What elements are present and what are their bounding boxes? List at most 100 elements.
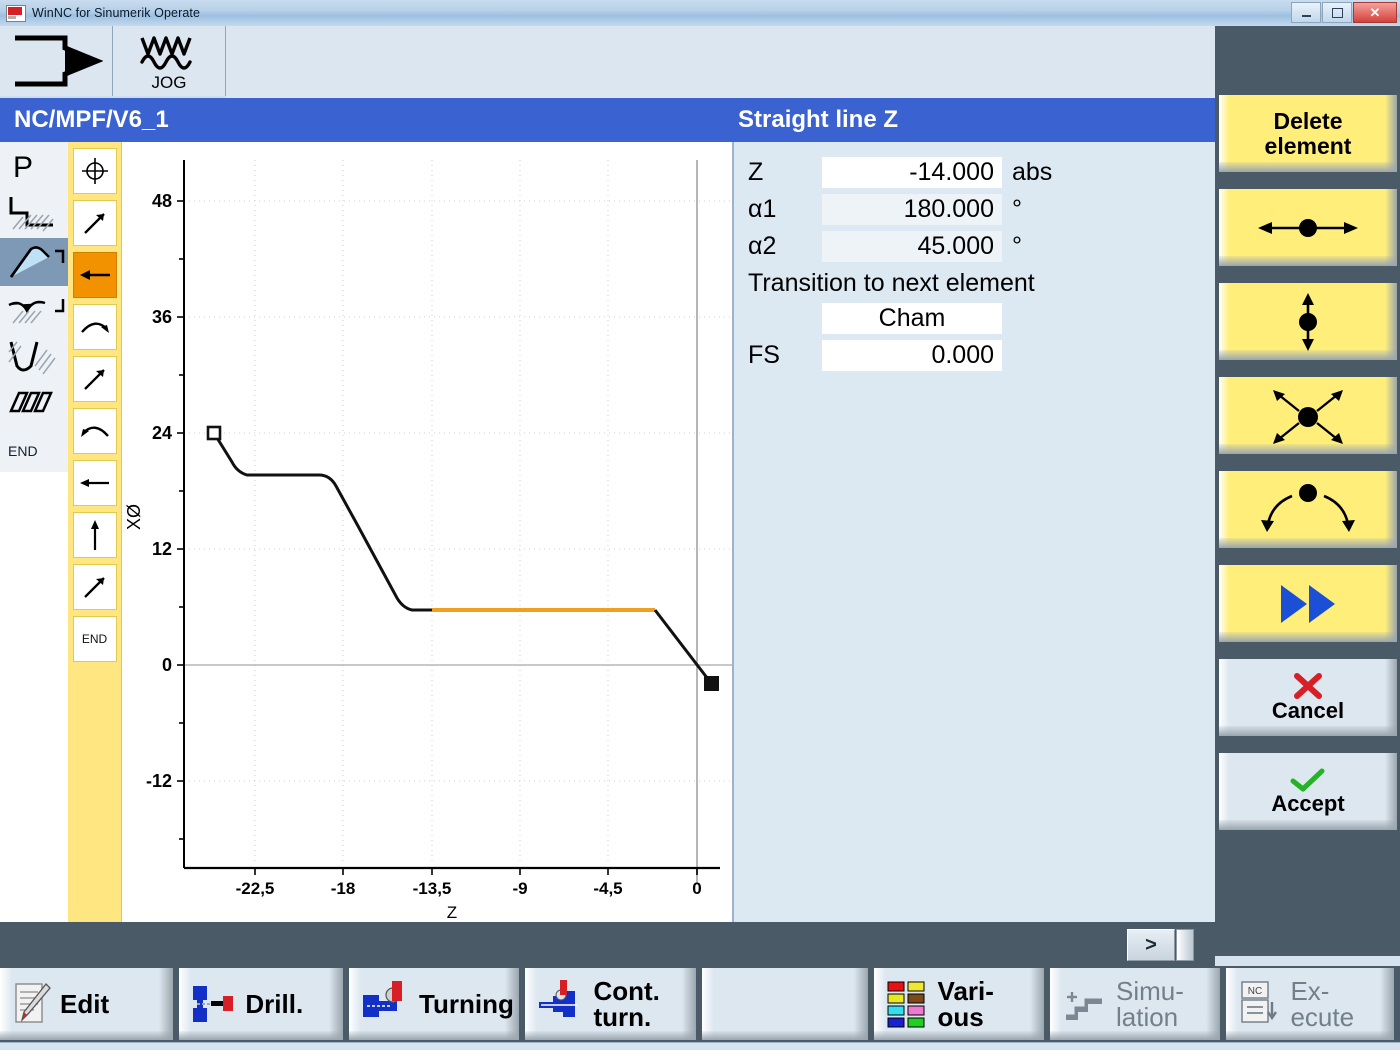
element-end-label: END bbox=[81, 632, 108, 646]
winnc-app-icon bbox=[6, 4, 26, 22]
close-icon[interactable]: ✕ bbox=[1353, 2, 1397, 23]
xtick-3: -13,5 bbox=[413, 879, 452, 898]
param-row-alpha2: α2 45.000 ° bbox=[744, 228, 1215, 265]
machine-area-icon bbox=[9, 32, 103, 90]
arrow-left-icon bbox=[79, 479, 109, 487]
contour-type-pocket[interactable]: P bbox=[0, 142, 68, 190]
ytick-m12: -12 bbox=[146, 771, 172, 791]
edit-label: Edit bbox=[60, 989, 110, 1019]
y-axis-label: XØ bbox=[124, 504, 144, 530]
element-line-x[interactable] bbox=[72, 512, 117, 558]
param-row-alpha1: α1 180.000 ° bbox=[744, 191, 1215, 228]
arrow-left-bold-icon bbox=[79, 270, 110, 280]
window-controls: ✕ bbox=[1291, 2, 1397, 23]
contour-type-step[interactable] bbox=[0, 190, 68, 238]
element-end[interactable]: END bbox=[72, 616, 117, 662]
simulation-icon bbox=[1062, 982, 1108, 1026]
param-field-alpha2[interactable]: 45.000 bbox=[822, 231, 1002, 262]
simulation-label: Simu-lation bbox=[1115, 976, 1184, 1032]
work-area-footer: > bbox=[0, 922, 1215, 966]
param-label-fs: FS bbox=[748, 341, 780, 369]
element-arc-cw[interactable] bbox=[72, 304, 117, 350]
machine-area-button[interactable] bbox=[0, 26, 113, 96]
ytick-36: 36 bbox=[152, 307, 172, 327]
application-window: WinNC for Sinumerik Operate ✕ JOG NC/MPF… bbox=[0, 0, 1400, 1050]
execute-softkey[interactable]: NC Ex-ecute bbox=[1226, 968, 1394, 1040]
program-path: NC/MPF/V6_1 bbox=[14, 106, 169, 133]
param-field-transition[interactable]: Cham bbox=[822, 303, 1002, 334]
element-line-z-2[interactable] bbox=[72, 460, 117, 506]
accept-softkey[interactable]: Accept bbox=[1219, 753, 1397, 830]
cancel-softkey[interactable]: Cancel bbox=[1219, 659, 1397, 736]
accept-label: Accept bbox=[1271, 790, 1345, 816]
xtick-6: 0 bbox=[692, 879, 701, 898]
edit-softkey[interactable]: Edit bbox=[0, 968, 174, 1040]
window-titlebar: WinNC for Sinumerik Operate ✕ bbox=[0, 0, 1400, 27]
various-softkey[interactable]: Vari-ous bbox=[873, 968, 1045, 1040]
simulation-softkey[interactable]: Simu-lation bbox=[1049, 968, 1221, 1040]
drill-label: Drill. bbox=[245, 989, 304, 1019]
empty-softkey[interactable] bbox=[701, 968, 868, 1040]
minimize-icon[interactable] bbox=[1291, 2, 1321, 23]
param-unit-alpha2: ° bbox=[1012, 232, 1022, 260]
crosshair-icon bbox=[81, 158, 108, 184]
dot-arrows-horizontal-icon bbox=[1258, 218, 1358, 237]
parameter-panel: Z -14.000 abs α1 180.000 ° α2 45.000 ° T… bbox=[734, 142, 1215, 922]
arrow-up-icon bbox=[90, 520, 99, 550]
delete-element-softkey[interactable]: Delete element bbox=[1219, 95, 1397, 172]
arc-right-icon bbox=[80, 322, 109, 333]
undercut-contour-icon bbox=[8, 299, 65, 324]
contour-type-straight[interactable] bbox=[0, 238, 68, 286]
work-area: P END END 48 36 24 12 0 -12 XØ -22,5 -18… bbox=[0, 142, 1215, 922]
contour-type-groove[interactable] bbox=[0, 334, 68, 382]
arrow-ne-icon bbox=[83, 577, 105, 598]
turning-softkey[interactable]: Turning bbox=[349, 968, 520, 1040]
contour-start-marker bbox=[206, 425, 222, 441]
rotate-softkey[interactable] bbox=[1219, 471, 1397, 548]
thread-contour-icon bbox=[9, 391, 53, 413]
element-line-diagonal-2[interactable] bbox=[72, 356, 117, 402]
various-label: Vari-ous bbox=[937, 976, 994, 1032]
maximize-icon[interactable] bbox=[1322, 2, 1352, 23]
straight-contour-icon bbox=[9, 246, 65, 278]
arc-left-icon bbox=[80, 426, 109, 437]
element-line-diagonal-3[interactable] bbox=[72, 564, 117, 610]
pan-diagonal-softkey[interactable] bbox=[1219, 377, 1397, 454]
contour-type-end[interactable]: END bbox=[0, 430, 68, 472]
contour-type-thread[interactable] bbox=[0, 382, 68, 430]
header-bar: NC/MPF/V6_1 Straight line Z bbox=[0, 98, 1215, 143]
element-arc-ccw[interactable] bbox=[72, 408, 117, 454]
pan-vertical-softkey[interactable] bbox=[1219, 283, 1397, 360]
cont-turn-softkey[interactable]: Cont. turn. bbox=[525, 968, 697, 1040]
color-grid-icon bbox=[886, 978, 930, 1030]
pan-horizontal-softkey[interactable] bbox=[1219, 189, 1397, 266]
pencil-page-icon bbox=[12, 980, 52, 1028]
param-label-alpha2: α2 bbox=[748, 232, 777, 260]
next-softkey[interactable] bbox=[1219, 565, 1397, 642]
delete-element-label: Delete element bbox=[1264, 108, 1352, 159]
drill-softkey[interactable]: Drill. bbox=[179, 968, 344, 1040]
turning-icon bbox=[361, 979, 411, 1029]
mode-toolbar: JOG bbox=[0, 26, 1400, 100]
element-line-z-selected[interactable] bbox=[72, 252, 117, 298]
transition-section-label: Transition to next element bbox=[748, 269, 1035, 297]
arrow-ne-icon bbox=[83, 213, 105, 234]
param-field-alpha1[interactable]: 180.000 bbox=[822, 194, 1002, 225]
contour-chart-panel[interactable]: 48 36 24 12 0 -12 XØ -22,5 -18 -13,5 -9 … bbox=[122, 142, 734, 922]
horizontal-softkey-bar: Edit Drill. Turning Cont. turn. Vari- ou… bbox=[0, 966, 1400, 1050]
dot-arrows-diagonal-icon bbox=[1273, 389, 1343, 444]
xtick-5: -4,5 bbox=[593, 879, 622, 898]
element-start-point[interactable] bbox=[72, 148, 117, 194]
contour-type-column: P END bbox=[0, 142, 69, 922]
param-unit-alpha1: ° bbox=[1012, 195, 1022, 223]
page-forward-button[interactable]: > bbox=[1127, 929, 1175, 961]
jog-mode-button[interactable]: JOG bbox=[113, 26, 226, 96]
param-field-z[interactable]: -14.000 bbox=[822, 157, 1002, 188]
green-check-icon bbox=[1290, 768, 1325, 792]
contour-type-undercut[interactable] bbox=[0, 286, 68, 334]
jog-mode-icon: JOG bbox=[122, 32, 216, 90]
param-field-fs[interactable]: 0.000 bbox=[822, 340, 1002, 371]
param-row-z: Z -14.000 abs bbox=[744, 154, 1215, 191]
page-forward-bevel bbox=[1176, 929, 1194, 961]
element-line-diagonal-1[interactable] bbox=[72, 200, 117, 246]
